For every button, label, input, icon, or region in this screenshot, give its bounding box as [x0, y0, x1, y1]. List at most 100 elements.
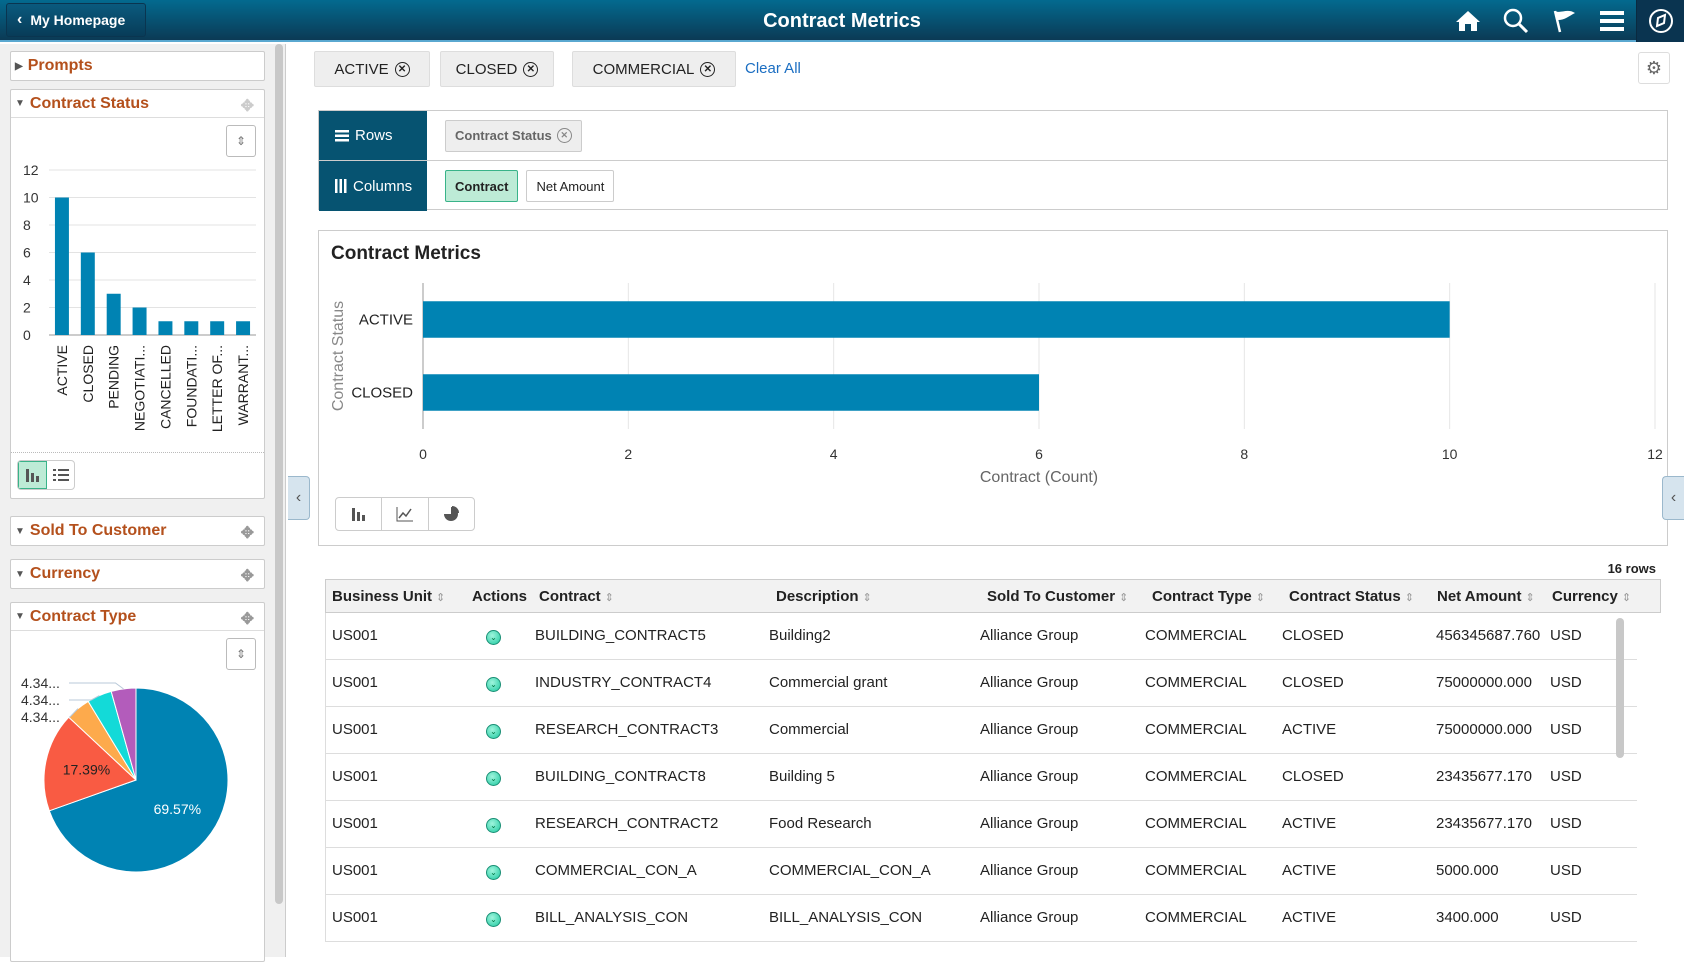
cell[interactable]: COMMERCIAL_CON_A: [535, 862, 697, 879]
sort-icon[interactable]: ⇕: [436, 592, 445, 604]
facet-sold-to-customer[interactable]: ▼ Sold To Customer ✥: [10, 516, 265, 546]
cell: ACTIVE: [1282, 815, 1337, 832]
column-header[interactable]: Sold To Customer ⇕: [987, 588, 1128, 605]
column-header[interactable]: Contract ⇕: [539, 588, 614, 605]
sort-icon[interactable]: ⇕: [863, 592, 872, 604]
table-row[interactable]: US001 ⌄ BILL_ANALYSIS_CON BILL_ANALYSIS_CON…: [325, 895, 1637, 942]
pie-chart-button[interactable]: [429, 498, 474, 530]
page-title: Contract Metrics: [763, 10, 921, 32]
collapse-left-button[interactable]: ‹: [288, 476, 310, 520]
x-tick-label: 4: [830, 446, 838, 462]
sort-select[interactable]: ⇕: [226, 125, 256, 157]
facet-header[interactable]: ▼ Contract Type ✥: [11, 603, 264, 631]
cell: 75000000.000: [1436, 674, 1532, 691]
sort-select[interactable]: ⇕: [226, 638, 256, 670]
column-header[interactable]: Contract Status ⇕: [1289, 588, 1414, 605]
column-header[interactable]: Actions: [472, 588, 527, 605]
cell: USD: [1550, 627, 1582, 644]
column-header[interactable]: Currency ⇕: [1552, 588, 1631, 605]
x-tick-label: 2: [624, 446, 632, 462]
list-view-button[interactable]: [47, 461, 74, 489]
column-header[interactable]: Net Amount ⇕: [1437, 588, 1535, 605]
sidebar-scrollbar[interactable]: [275, 44, 283, 904]
clear-all-link[interactable]: Clear All: [745, 60, 801, 77]
chart-title: Contract Metrics: [331, 243, 481, 264]
move-icon[interactable]: ✥: [241, 96, 254, 116]
sort-icon[interactable]: ⇕: [605, 592, 614, 604]
column-header[interactable]: Contract Type ⇕: [1152, 588, 1265, 605]
navbar-icon[interactable]: [1636, 0, 1684, 42]
actions-icon[interactable]: ⌄: [486, 677, 501, 692]
filter-chip-active[interactable]: ACTIVE ✕: [314, 51, 430, 87]
remove-icon[interactable]: ✕: [394, 61, 410, 77]
home-icon[interactable]: [1444, 0, 1492, 42]
facet-contract-type: ▼ Contract Type ✥ ⇕ 69.57% 17.39% 4.34... 4…: [10, 602, 265, 962]
menu-icon[interactable]: [1588, 0, 1636, 42]
remove-icon[interactable]: ✕: [700, 61, 716, 77]
filter-chip-closed[interactable]: CLOSED ✕: [440, 51, 554, 87]
sort-icon[interactable]: ⇕: [1405, 592, 1414, 604]
column-chip-net-amount[interactable]: Net Amount: [526, 170, 615, 202]
flag-icon[interactable]: [1540, 0, 1588, 42]
actions-icon[interactable]: ⌄: [486, 818, 501, 833]
grid-header: Business Unit ⇕ Actions Contract ⇕ Descriptio…: [325, 579, 1661, 613]
contract-type-pie-chart: 69.57%17.39%4.34...4.34...4.34...: [21, 675, 229, 873]
actions-icon[interactable]: ⌄: [486, 630, 501, 645]
column-chip-contract[interactable]: Contract: [445, 170, 519, 202]
cell: 456345687.760: [1436, 627, 1541, 644]
grid-scrollbar[interactable]: [1616, 618, 1624, 758]
row-count: 16 rows: [1607, 561, 1656, 576]
actions-icon[interactable]: ⌄: [486, 724, 501, 739]
remove-icon[interactable]: ✕: [523, 61, 539, 77]
cell: Alliance Group: [980, 674, 1079, 691]
chip-label: CLOSED: [455, 60, 518, 78]
bar: [54, 197, 69, 335]
pie-label: 17.39%: [63, 762, 110, 778]
settings-button[interactable]: ⚙: [1638, 52, 1670, 84]
move-icon[interactable]: ✥: [241, 609, 254, 629]
table-row[interactable]: US001 ⌄ RESEARCH_CONTRACT3 Commercial Allian…: [325, 707, 1637, 754]
sort-icon[interactable]: ⇕: [1256, 592, 1265, 604]
bar-chart-button[interactable]: [336, 498, 383, 530]
column-header[interactable]: Business Unit ⇕: [332, 588, 445, 605]
cell: ACTIVE: [1282, 721, 1337, 738]
line-chart-button[interactable]: [382, 498, 429, 530]
cell: CLOSED: [1282, 674, 1344, 691]
table-row[interactable]: US001 ⌄ COMMERCIAL_CON_A COMMERCIAL_CON_A Al…: [325, 848, 1637, 895]
move-icon[interactable]: ✥: [241, 523, 254, 543]
cell[interactable]: BUILDING_CONTRACT8: [535, 768, 706, 785]
facet-header[interactable]: ▼ Contract Status ✥: [11, 90, 264, 118]
bar-chart-view-button[interactable]: [18, 461, 47, 489]
facet-currency[interactable]: ▼ Currency ✥: [10, 559, 265, 589]
cell[interactable]: BILL_ANALYSIS_CON: [535, 909, 688, 926]
y-tick-label: CLOSED: [351, 385, 413, 402]
move-icon[interactable]: ✥: [241, 566, 254, 586]
cell[interactable]: RESEARCH_CONTRACT2: [535, 815, 718, 832]
y-tick-label: 4: [23, 272, 31, 288]
chart-view-toggle: [17, 460, 75, 490]
actions-icon[interactable]: ⌄: [486, 912, 501, 927]
columns-label: Columns: [319, 161, 427, 211]
chip-label: ACTIVE: [334, 60, 389, 78]
rows-label: Rows: [319, 111, 427, 160]
filter-chip-commercial[interactable]: COMMERCIAL ✕: [572, 51, 736, 87]
actions-icon[interactable]: ⌄: [486, 865, 501, 880]
collapse-right-button[interactable]: ‹: [1662, 476, 1684, 520]
sort-icon[interactable]: ⇕: [1119, 592, 1128, 604]
prompts-panel[interactable]: ▶ Prompts: [10, 51, 265, 81]
table-row[interactable]: US001 ⌄ BUILDING_CONTRACT5 Building2 Allianc…: [325, 613, 1637, 660]
cell[interactable]: INDUSTRY_CONTRACT4: [535, 674, 711, 691]
table-row[interactable]: US001 ⌄ BUILDING_CONTRACT8 Building 5 Allian…: [325, 754, 1637, 801]
cell[interactable]: RESEARCH_CONTRACT3: [535, 721, 718, 738]
actions-icon[interactable]: ⌄: [486, 771, 501, 786]
cell[interactable]: BUILDING_CONTRACT5: [535, 627, 706, 644]
remove-icon[interactable]: ✕: [556, 128, 572, 143]
search-icon[interactable]: [1492, 0, 1540, 42]
row-chip-contract-status[interactable]: Contract Status ✕: [445, 119, 582, 152]
table-row[interactable]: US001 ⌄ RESEARCH_CONTRACT2 Food Research All…: [325, 801, 1637, 848]
sort-icon[interactable]: ⇕: [1525, 592, 1534, 604]
table-row[interactable]: US001 ⌄ INDUSTRY_CONTRACT4 Commercial grant…: [325, 660, 1637, 707]
column-header[interactable]: Description ⇕: [776, 588, 872, 605]
sort-icon[interactable]: ⇕: [1622, 592, 1631, 604]
cell: 75000000.000: [1436, 721, 1532, 738]
